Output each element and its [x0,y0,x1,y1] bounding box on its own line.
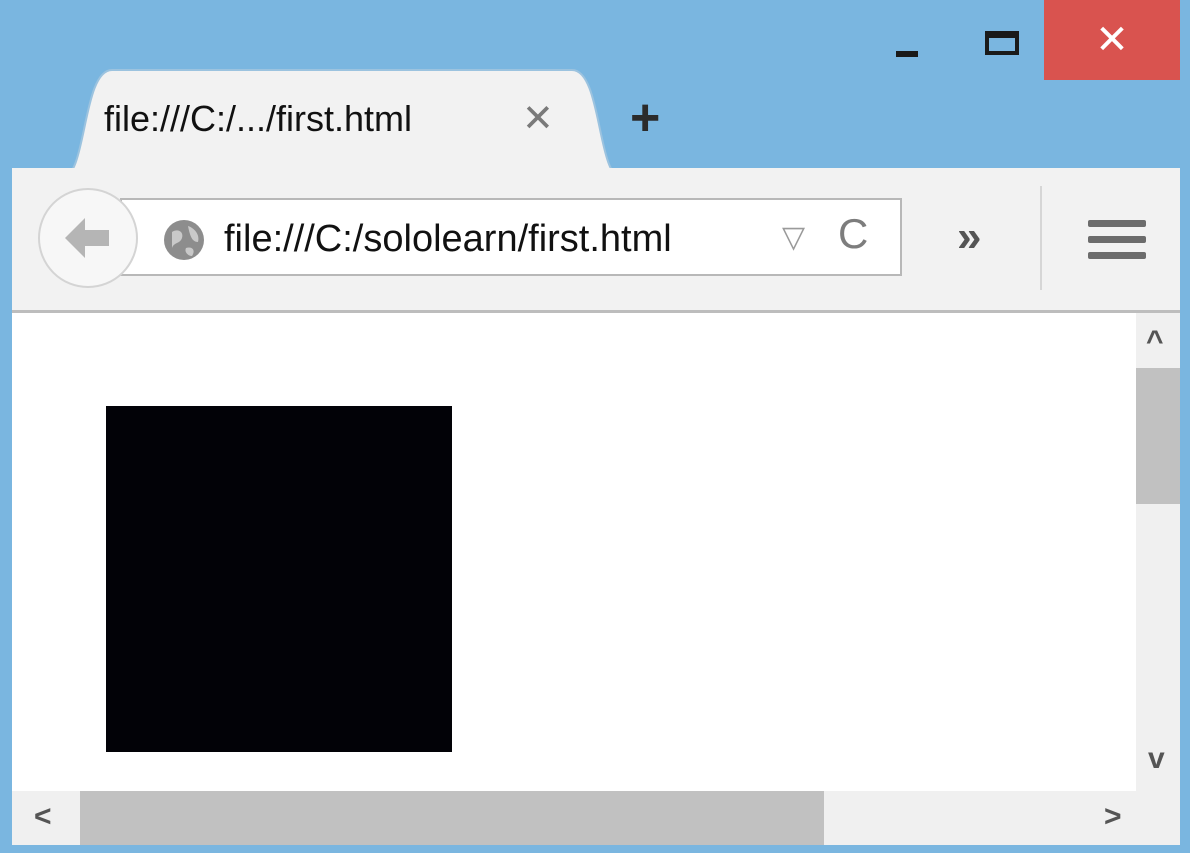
maximize-icon [985,31,1019,55]
back-button[interactable] [38,188,138,288]
navigation-toolbar: file:///C:/sololearn/first.html ▽ C » [12,168,1180,313]
url-dropdown-icon[interactable]: ▽ [782,220,805,255]
page-content [12,313,1136,791]
vertical-scroll-thumb[interactable] [1136,368,1180,504]
scroll-left-arrow-icon[interactable]: < [34,800,52,834]
title-bar: ✕ file:///C:/.../first.html ✕ + [12,0,1180,178]
black-square [106,406,452,752]
minimize-button[interactable] [872,12,942,74]
globe-icon [164,220,204,260]
close-window-button[interactable]: ✕ [1044,0,1180,80]
scroll-right-arrow-icon[interactable]: > [1104,800,1122,834]
close-icon: ✕ [1095,18,1129,62]
horizontal-scroll-thumb[interactable] [80,791,824,845]
tab-close-icon[interactable]: ✕ [522,96,554,141]
back-arrow-icon [65,218,109,258]
reload-icon[interactable]: C [838,210,868,258]
minimize-icon [896,51,918,57]
scroll-up-arrow-icon[interactable]: ^ [1146,325,1164,359]
new-tab-button[interactable]: + [630,92,660,144]
hamburger-menu-icon[interactable] [1088,220,1146,268]
tab-active[interactable]: file:///C:/.../first.html ✕ [62,68,622,178]
overflow-chevron-icon[interactable]: » [957,212,981,262]
browser-window: ✕ file:///C:/.../first.html ✕ + file:///… [0,0,1190,853]
maximize-button[interactable] [967,12,1037,74]
scroll-down-arrow-icon[interactable]: v [1148,742,1165,776]
tab-title: file:///C:/.../first.html [104,98,413,139]
url-text[interactable]: file:///C:/sololearn/first.html [224,218,672,261]
toolbar-divider [1040,186,1042,290]
